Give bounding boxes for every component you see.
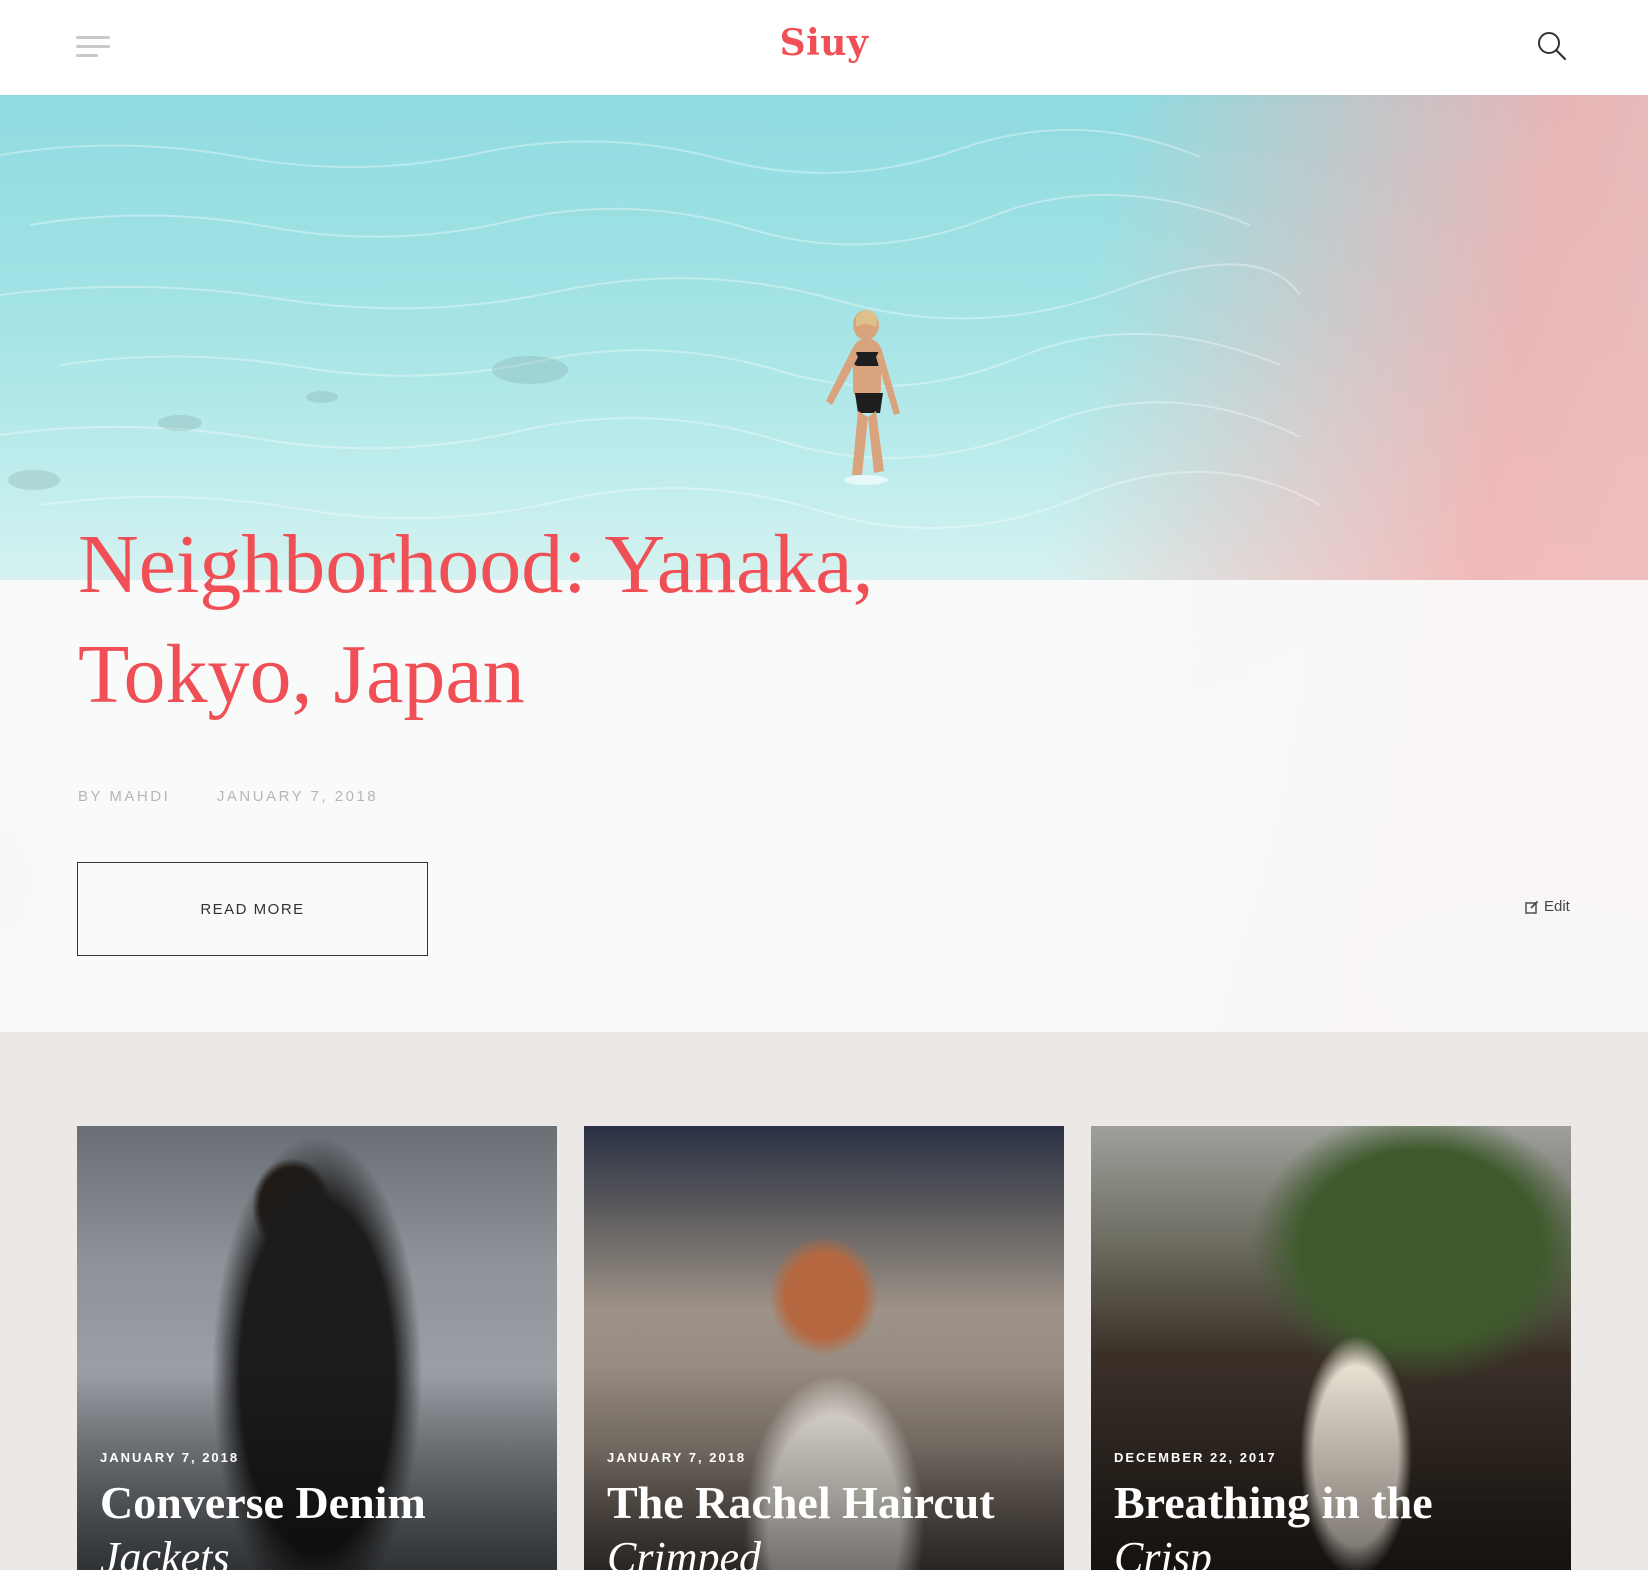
post-meta: BY MAHDI JANUARY 7, 2018 [78,788,418,805]
post-card-subtitle[interactable]: Crisp [1114,1532,1212,1570]
featured-post-title[interactable]: Neighborhood: Yanaka, Tokyo, Japan [78,510,1078,730]
edit-icon [1525,900,1539,914]
edit-link-label: Edit [1544,898,1570,915]
post-card[interactable]: DECEMBER 22, 2017 Breathing in the Crisp [1091,1126,1571,1570]
post-card-title[interactable]: Breathing in the [1114,1476,1554,1530]
post-card-title[interactable]: Converse Denim [100,1476,540,1530]
title-line-2[interactable]: Tokyo, Japan [78,628,525,721]
edit-link[interactable]: Edit [1525,898,1570,915]
post-card[interactable]: JANUARY 7, 2018 Converse Denim Jackets [77,1126,557,1570]
search-icon[interactable] [1536,30,1568,62]
post-card-date: JANUARY 7, 2018 [100,1450,240,1465]
post-card-subtitle[interactable]: Jackets [100,1532,229,1570]
post-card[interactable]: JANUARY 7, 2018 The Rachel Haircut Crimp… [584,1126,1064,1570]
post-card-title[interactable]: The Rachel Haircut [607,1476,1047,1530]
post-card-date: JANUARY 7, 2018 [607,1450,747,1465]
read-more-button[interactable]: READ MORE [77,862,428,956]
post-date: JANUARY 7, 2018 [216,788,379,805]
recent-posts-section: JANUARY 7, 2018 Converse Denim Jackets J… [0,1032,1648,1570]
title-line-1[interactable]: Neighborhood: Yanaka, [78,518,874,611]
post-author[interactable]: BY MAHDI [78,788,170,805]
site-header: Siuy [0,0,1648,95]
post-card-subtitle[interactable]: Crimped [607,1532,761,1570]
site-logo-link[interactable]: Siuy [780,22,869,64]
site-logo: Siuy [0,22,1648,64]
post-card-date: DECEMBER 22, 2017 [1114,1450,1277,1465]
